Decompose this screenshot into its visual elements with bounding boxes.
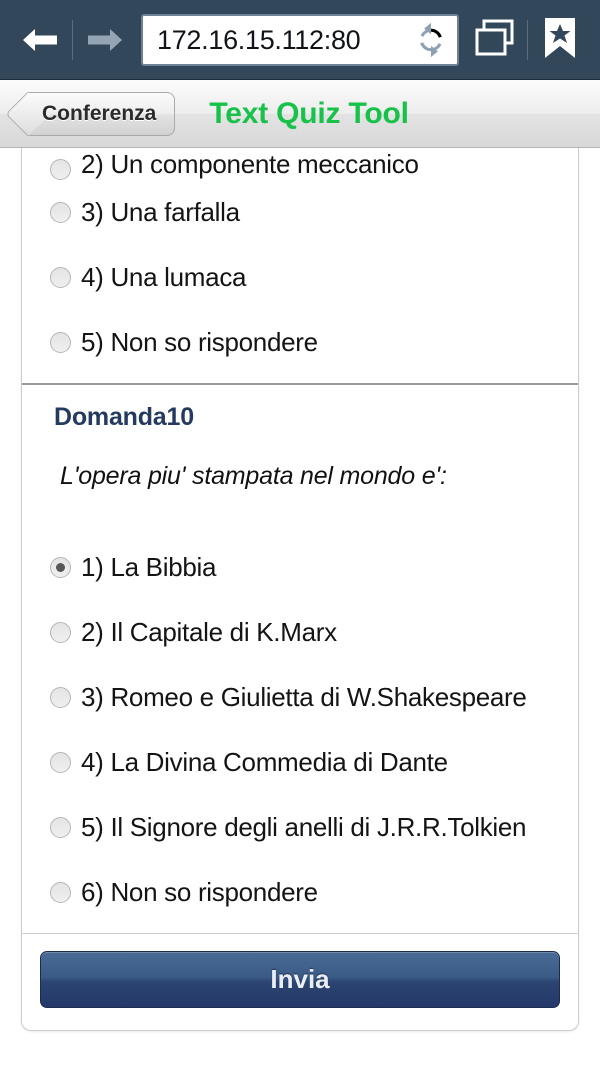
reload-icon[interactable] <box>411 20 451 60</box>
previous-question-block: 2) Un componente meccanico 3) Una farfal… <box>22 148 578 383</box>
radio-icon[interactable] <box>50 687 71 708</box>
option-row[interactable]: 2) Il Capitale di K.Marx <box>22 600 578 665</box>
option-row[interactable]: 5) Non so rispondere <box>22 310 578 375</box>
option-row[interactable]: 5) Il Signore degli anelli di J.R.R.Tolk… <box>22 795 578 860</box>
radio-icon[interactable] <box>50 557 71 578</box>
option-label: 4) Una lumaca <box>81 262 247 292</box>
page-title: Text Quiz Tool <box>209 96 409 130</box>
tabs-button[interactable]: 1 <box>467 14 523 66</box>
browser-toolbar: 172.16.15.112:80 1 <box>0 0 600 80</box>
radio-icon[interactable] <box>50 752 71 773</box>
radio-icon[interactable] <box>50 202 71 223</box>
arrow-right-icon <box>86 25 124 55</box>
toolbar-divider-2 <box>527 20 528 60</box>
option-label: 5) Non so rispondere <box>81 327 318 357</box>
option-label: 3) Romeo e Giulietta di W.Shakespeare <box>81 682 527 712</box>
option-row[interactable]: 1) La Bibbia <box>22 535 578 600</box>
forward-button[interactable] <box>77 14 133 66</box>
bookmark-star-icon <box>542 16 578 65</box>
option-label: 6) Non so rispondere <box>81 877 318 907</box>
previous-question-options: 2) Un componente meccanico 3) Una farfal… <box>22 148 578 375</box>
bookmark-button[interactable] <box>532 14 588 66</box>
radio-icon[interactable] <box>50 332 71 353</box>
question-title: Domanda10 <box>54 403 194 431</box>
option-label: 2) Il Capitale di K.Marx <box>81 617 337 647</box>
url-text[interactable]: 172.16.15.112:80 <box>157 25 417 56</box>
option-row[interactable]: 4) Una lumaca <box>22 245 578 310</box>
option-row[interactable]: 2) Un componente meccanico <box>22 148 578 180</box>
option-label: 2) Un componente meccanico <box>81 149 419 179</box>
option-row[interactable]: 3) Romeo e Giulietta di W.Shakespeare <box>22 665 578 730</box>
radio-icon[interactable] <box>50 817 71 838</box>
quiz-content: 2) Un componente meccanico 3) Una farfal… <box>0 148 600 1067</box>
submit-button[interactable]: Invia <box>40 951 560 1008</box>
url-bar[interactable]: 172.16.15.112:80 <box>141 14 459 66</box>
arrow-left-icon <box>21 25 59 55</box>
option-label: 1) La Bibbia <box>81 552 217 582</box>
option-label: 4) La Divina Commedia di Dante <box>81 747 448 777</box>
radio-icon[interactable] <box>50 882 71 903</box>
option-row[interactable]: 6) Non so rispondere <box>22 860 578 925</box>
tab-count-label: 1 <box>487 31 498 51</box>
app-header: Conferenza Text Quiz Tool <box>0 80 600 148</box>
quiz-form-card: 2) Un componente meccanico 3) Una farfal… <box>21 148 579 1031</box>
option-row[interactable]: 3) Una farfalla <box>22 180 578 245</box>
current-question-block: Domanda10 L'opera piu' stampata nel mond… <box>22 383 578 933</box>
back-to-conferenza-button[interactable]: Conferenza <box>28 91 176 136</box>
back-button[interactable] <box>12 14 68 66</box>
question-text: L'opera piu' stampata nel mondo e': <box>60 462 447 490</box>
radio-icon[interactable] <box>50 267 71 288</box>
submit-area: Invia <box>22 933 578 1030</box>
option-row[interactable]: 4) La Divina Commedia di Dante <box>22 730 578 795</box>
radio-icon[interactable] <box>50 159 71 180</box>
option-label: 5) Il Signore degli anelli di J.R.R.Tolk… <box>81 812 527 842</box>
option-label: 3) Una farfalla <box>81 197 240 227</box>
radio-icon[interactable] <box>50 622 71 643</box>
toolbar-divider-1 <box>72 20 73 60</box>
current-question-options: 1) La Bibbia 2) Il Capitale di K.Marx 3)… <box>22 491 578 925</box>
back-button-label: Conferenza <box>42 101 157 125</box>
